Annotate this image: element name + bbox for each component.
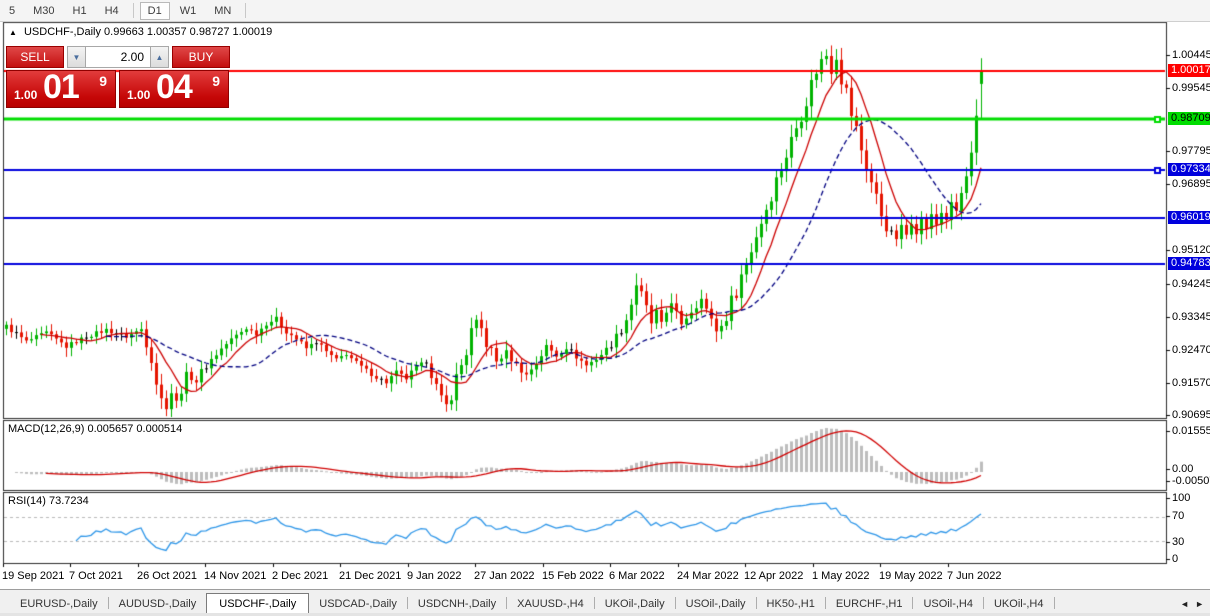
rsi-tick: 0 bbox=[1172, 553, 1179, 565]
volume-decrease-button[interactable]: ▼ bbox=[67, 46, 86, 68]
spin-up-icon: ▲ bbox=[155, 52, 164, 62]
date-label: 26 Oct 2021 bbox=[137, 570, 197, 582]
macd-tick: 0.00 bbox=[1172, 463, 1194, 475]
rsi-tick: 70 bbox=[1172, 510, 1185, 522]
volume-input[interactable] bbox=[86, 46, 150, 68]
date-label: 7 Jun 2022 bbox=[947, 570, 1002, 582]
toolbar-separator bbox=[132, 3, 134, 18]
chart-tab-bar: EURUSD-,Daily AUDUSD-,Daily USDCHF-,Dail… bbox=[0, 589, 1210, 615]
tab-xauusd-h4[interactable]: XAUUSD-,H4 bbox=[507, 594, 594, 614]
buy-price-pip: 9 bbox=[212, 73, 220, 89]
date-label: 27 Jan 2022 bbox=[474, 570, 535, 582]
price-tag-support-blue2: 0.96019 bbox=[1168, 211, 1210, 224]
buy-price-tile[interactable]: 1.00 04 9 bbox=[119, 70, 229, 108]
rsi-tick: 30 bbox=[1172, 536, 1185, 548]
tab-usdchf-daily[interactable]: USDCHF-,Daily bbox=[206, 593, 310, 615]
macd-indicator-label: MACD(12,26,9) 0.005657 0.000514 bbox=[8, 423, 183, 435]
tab-usoil-h4[interactable]: USOil-,H4 bbox=[913, 594, 983, 614]
date-label: 21 Dec 2021 bbox=[339, 570, 402, 582]
timeframe-mn-button[interactable]: MN bbox=[206, 2, 239, 20]
spin-down-icon: ▼ bbox=[72, 52, 81, 62]
volume-increase-button[interactable]: ▲ bbox=[150, 46, 169, 68]
collapse-triangle-icon[interactable]: ▲ bbox=[9, 28, 17, 37]
tab-separator bbox=[1053, 597, 1055, 609]
date-label: 1 May 2022 bbox=[812, 570, 870, 582]
tabs-scroll-right-icon[interactable]: ► bbox=[1195, 599, 1210, 614]
terminal-window: 5 M30 H1 H4 D1 W1 MN ▲ USDCHF-,Daily 0.9… bbox=[0, 0, 1210, 616]
timeframe-m5-button[interactable]: 5 bbox=[1, 2, 23, 20]
sell-button[interactable]: SELL bbox=[6, 46, 64, 68]
timeframe-h4-button[interactable]: H4 bbox=[97, 2, 127, 20]
sell-price-pip: 9 bbox=[99, 73, 107, 89]
price-tick: 0.96895 bbox=[1172, 178, 1210, 190]
price-tag-resistance: 1.00017 bbox=[1168, 64, 1210, 77]
date-label: 12 Apr 2022 bbox=[744, 570, 804, 582]
date-label: 15 Feb 2022 bbox=[542, 570, 604, 582]
price-tick: 0.94245 bbox=[1172, 278, 1210, 290]
price-tick: 0.91570 bbox=[1172, 377, 1210, 389]
date-label: 24 Mar 2022 bbox=[677, 570, 739, 582]
tab-usdcad-daily[interactable]: USDCAD-,Daily bbox=[309, 594, 407, 614]
buy-button[interactable]: BUY bbox=[172, 46, 230, 68]
tab-eurchf-h1[interactable]: EURCHF-,H1 bbox=[826, 594, 913, 614]
tab-ukoil-h4[interactable]: UKOil-,H4 bbox=[984, 594, 1054, 614]
buy-price-prefix: 1.00 bbox=[127, 88, 151, 102]
date-label: 6 Mar 2022 bbox=[609, 570, 665, 582]
timeframe-m30-button[interactable]: M30 bbox=[25, 2, 62, 20]
date-label: 2 Dec 2021 bbox=[272, 570, 329, 582]
timeframe-h1-button[interactable]: H1 bbox=[65, 2, 95, 20]
tab-ukoil-daily[interactable]: UKOil-,Daily bbox=[595, 594, 675, 614]
price-tag-support-green: 0.98709 bbox=[1168, 112, 1210, 125]
tabs-scroll-left-icon[interactable]: ◄ bbox=[1180, 599, 1195, 614]
chart-ohlc-values: 0.99663 1.00357 0.98727 1.00019 bbox=[104, 26, 273, 38]
price-tick: 0.92470 bbox=[1172, 344, 1210, 356]
price-tick: 0.90695 bbox=[1172, 409, 1210, 421]
timeframe-w1-button[interactable]: W1 bbox=[172, 2, 205, 20]
macd-tick: -0.005075 bbox=[1172, 475, 1210, 487]
price-tick: 1.00445 bbox=[1172, 49, 1210, 61]
tab-eurusd-daily[interactable]: EURUSD-,Daily bbox=[10, 594, 108, 614]
rsi-indicator-label: RSI(14) 73.7234 bbox=[8, 495, 89, 507]
sell-price-prefix: 1.00 bbox=[14, 88, 38, 102]
chart-symbol-label: USDCHF-,Daily bbox=[23, 26, 101, 38]
tab-audusd-daily[interactable]: AUDUSD-,Daily bbox=[109, 594, 207, 614]
buy-price-big: 04 bbox=[156, 70, 193, 106]
rsi-tick: 100 bbox=[1172, 492, 1191, 504]
macd-tick: 0.01555 bbox=[1172, 425, 1210, 437]
price-tick: 0.99545 bbox=[1172, 82, 1210, 94]
one-click-trade-panel: SELL ▼ ▲ BUY 1.00 01 9 1.00 04 9 bbox=[6, 46, 230, 108]
timeframe-toolbar: 5 M30 H1 H4 D1 W1 MN bbox=[0, 0, 1210, 22]
date-label: 9 Jan 2022 bbox=[407, 570, 462, 582]
price-tag-support-blue1: 0.97334 bbox=[1168, 163, 1210, 176]
date-label: 7 Oct 2021 bbox=[69, 570, 123, 582]
tab-usoil-daily[interactable]: USOil-,Daily bbox=[676, 594, 756, 614]
date-label: 19 May 2022 bbox=[879, 570, 943, 582]
toolbar-separator bbox=[245, 3, 247, 18]
price-tick: 0.93345 bbox=[1172, 311, 1210, 323]
timeframe-d1-button[interactable]: D1 bbox=[139, 1, 170, 20]
tab-usdcnh-daily[interactable]: USDCNH-,Daily bbox=[408, 594, 506, 614]
chart-title: ▲ USDCHF-,Daily 0.99663 1.00357 0.98727 … bbox=[9, 26, 272, 38]
sell-price-big: 01 bbox=[43, 70, 80, 106]
price-tick: 0.95120 bbox=[1172, 244, 1210, 256]
price-tag-support-blue3: 0.94783 bbox=[1168, 257, 1210, 270]
price-tick: 0.97795 bbox=[1172, 145, 1210, 157]
sell-price-tile[interactable]: 1.00 01 9 bbox=[6, 70, 116, 108]
tab-hk50-h1[interactable]: HK50-,H1 bbox=[757, 594, 825, 614]
date-label: 19 Sep 2021 bbox=[2, 570, 65, 582]
date-label: 14 Nov 2021 bbox=[204, 570, 267, 582]
